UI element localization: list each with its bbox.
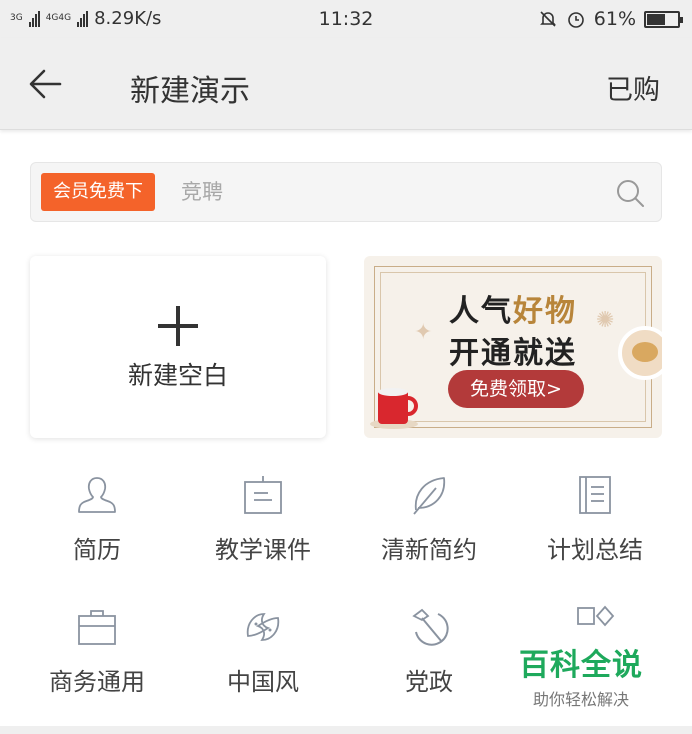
- shapes-icon: [577, 605, 615, 627]
- banner-headline-1b: 好物: [513, 294, 577, 329]
- watermark-logo: 百科全说 助你轻松解决: [516, 640, 646, 710]
- category-business[interactable]: 商务通用: [12, 606, 182, 716]
- plus-icon: [158, 306, 198, 346]
- mug-icon: [370, 388, 418, 429]
- category-fresh-simple[interactable]: 清新简约: [344, 474, 514, 584]
- watermark-title: 百科全说: [519, 648, 643, 683]
- purchased-button[interactable]: 已购: [606, 68, 660, 107]
- status-bar: 3G 4G4G 8.29K/s 11:32 61%: [0, 0, 692, 38]
- alarm-icon: [567, 12, 584, 28]
- hammer-sickle-icon: [412, 608, 449, 646]
- watermark-subtitle: 助你轻松解决: [532, 690, 629, 709]
- notebook-icon: [579, 476, 611, 514]
- board-icon: [244, 476, 282, 514]
- free-claim-button[interactable]: 免费领取>: [448, 370, 584, 408]
- promo-banner[interactable]: ✦ ✺ 人气好物 开通就送 免费领取>: [364, 256, 662, 438]
- category-label: 教学课件: [215, 536, 311, 564]
- category-label: 计划总结: [547, 536, 643, 564]
- category-chinese-style[interactable]: 中国风: [178, 606, 348, 716]
- category-label: 中国风: [227, 668, 299, 696]
- category-label: 清新简约: [381, 536, 477, 564]
- category-plan-summary[interactable]: 计划总结: [510, 474, 680, 584]
- battery-level: [647, 13, 666, 25]
- briefcase-icon: [78, 610, 116, 645]
- search-icon[interactable]: [615, 178, 645, 208]
- category-resume[interactable]: 简历: [12, 474, 182, 584]
- battery-icon: [644, 10, 683, 28]
- leaf-icon: [413, 477, 446, 515]
- bottom-divider: [0, 726, 692, 734]
- vip-free-download-tag[interactable]: 会员免费下: [41, 173, 155, 211]
- battery-percent: 61%: [593, 8, 636, 30]
- status-right: 61%: [538, 8, 683, 30]
- new-blank-label: 新建空白: [127, 361, 228, 390]
- banner-headline-1: 人气好物: [364, 286, 662, 330]
- bell-muted-icon: [539, 11, 556, 27]
- category-label: 简历: [73, 536, 121, 564]
- page-title: 新建演示: [130, 74, 250, 109]
- category-party-government[interactable]: 党政: [344, 606, 514, 716]
- person-icon: [78, 477, 116, 513]
- back-arrow-icon[interactable]: [24, 62, 68, 106]
- category-label: 党政: [405, 668, 453, 696]
- search-bar[interactable]: 会员免费下: [30, 162, 662, 222]
- category-courseware[interactable]: 教学课件: [178, 474, 348, 584]
- app-header: 新建演示 已购: [0, 38, 692, 130]
- category-label: 商务通用: [49, 668, 145, 696]
- fish-icon: [246, 613, 280, 641]
- new-blank-card[interactable]: 新建空白: [30, 256, 326, 438]
- banner-headline-1a: 人气: [449, 294, 513, 329]
- search-input[interactable]: [181, 175, 601, 209]
